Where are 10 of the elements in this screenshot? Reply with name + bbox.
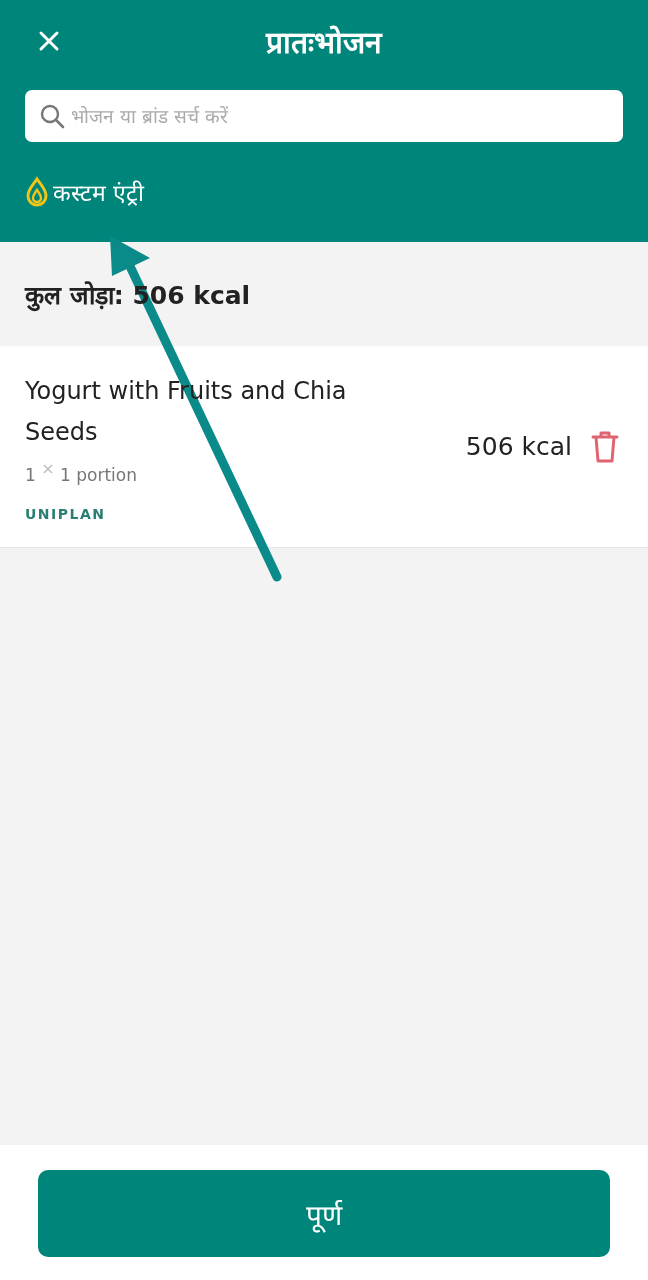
close-icon[interactable]: [38, 30, 60, 52]
screen-title: प्रातःभोजन: [266, 23, 382, 62]
search-icon: [39, 103, 65, 129]
custom-entry-link[interactable]: कस्टम एंट्री: [25, 176, 145, 208]
trash-icon[interactable]: [590, 429, 620, 464]
source-label: UNIPLAN: [25, 506, 107, 523]
food-calories: 506 kcal: [465, 432, 572, 461]
search-field[interactable]: भोजन या ब्रांड सर्च करें: [25, 90, 623, 142]
done-button[interactable]: पूर्ण: [38, 1170, 610, 1257]
flame-icon: [25, 176, 49, 208]
